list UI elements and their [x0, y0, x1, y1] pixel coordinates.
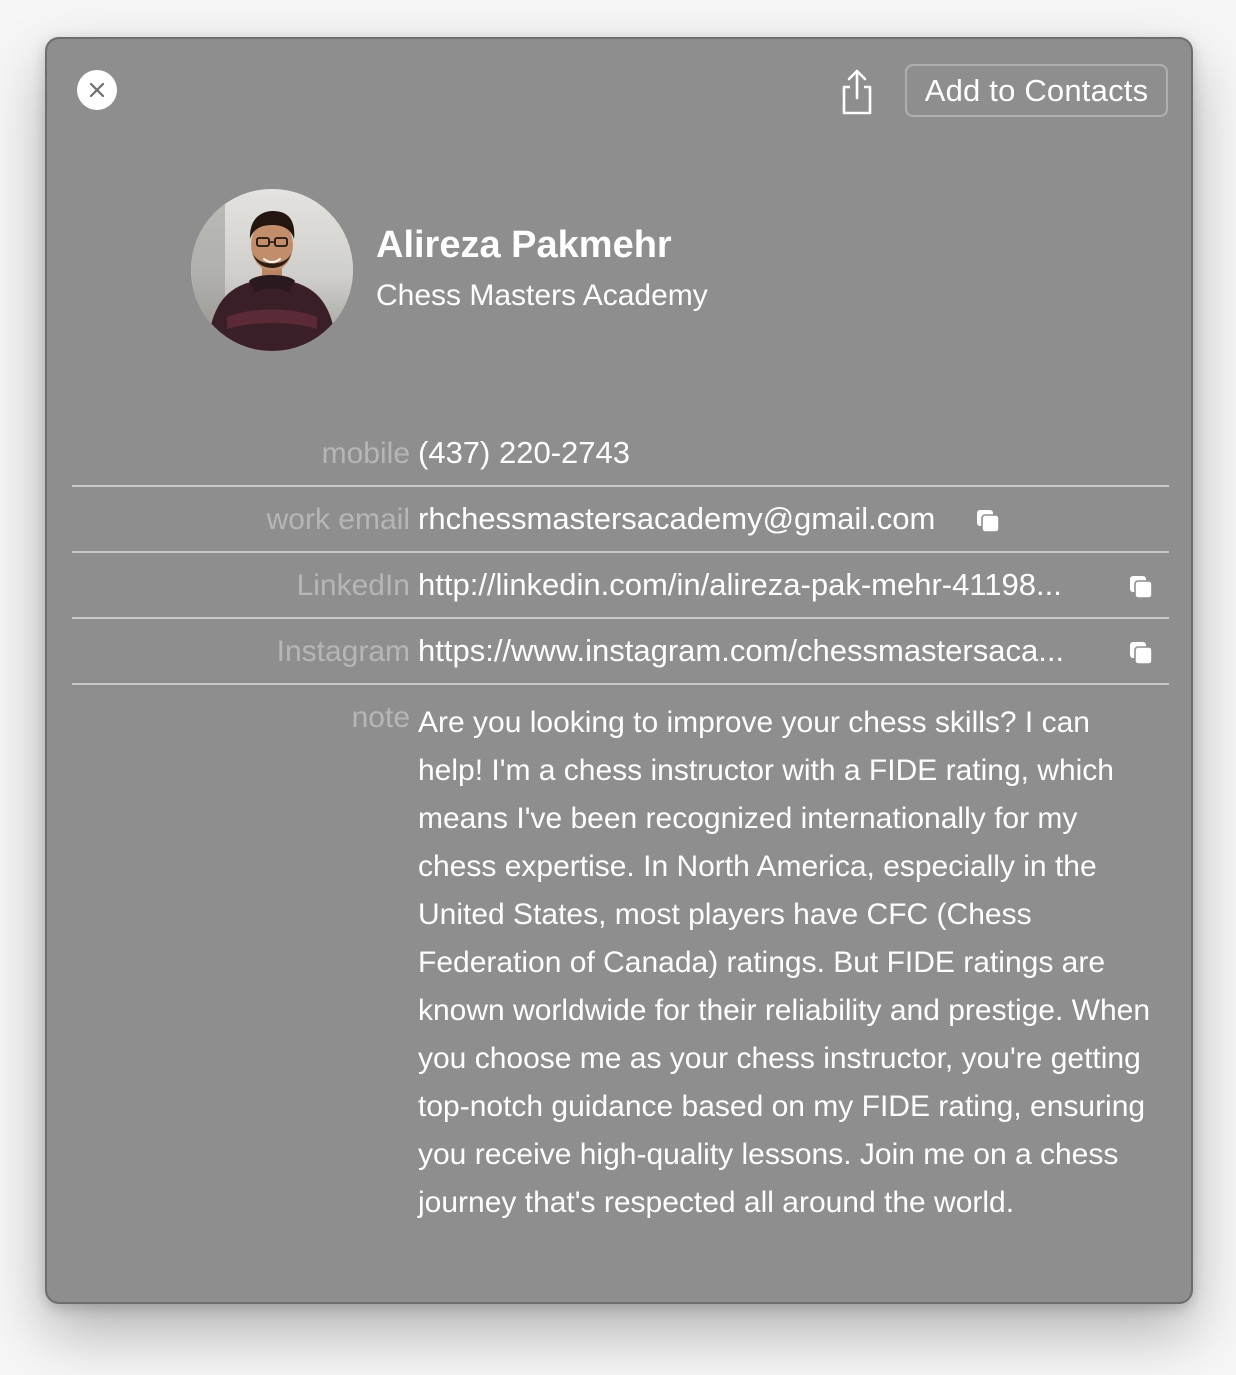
- work-email-value[interactable]: rhchessmastersacademy@gmail.com: [418, 501, 935, 537]
- copy-icon[interactable]: [1128, 640, 1154, 666]
- contact-company: Chess Masters Academy: [376, 279, 708, 312]
- work-email-label: work email: [266, 503, 410, 536]
- mobile-row: mobile (437) 220-2743: [72, 421, 1169, 487]
- note-label: note: [351, 701, 410, 734]
- close-button[interactable]: [77, 70, 117, 110]
- instagram-label: Instagram: [276, 635, 410, 668]
- share-button[interactable]: [837, 68, 877, 116]
- mobile-value[interactable]: (437) 220-2743: [418, 435, 630, 471]
- close-icon: [89, 82, 105, 98]
- copy-icon[interactable]: [1128, 574, 1154, 600]
- work-email-row: work email rhchessmastersacademy@gmail.c…: [72, 487, 1169, 553]
- share-icon: [842, 69, 872, 115]
- linkedin-value[interactable]: http://linkedin.com/in/alireza-pak-mehr-…: [418, 567, 1062, 603]
- contact-card-window: Add to Contacts Alireza Pakmehr Chess Ma…: [45, 37, 1193, 1304]
- avatar: [191, 189, 353, 351]
- mobile-label: mobile: [321, 437, 410, 470]
- add-to-contacts-button[interactable]: Add to Contacts: [905, 64, 1168, 117]
- note-value: Are you looking to improve your chess sk…: [418, 706, 1151, 1219]
- copy-icon[interactable]: [975, 508, 1001, 534]
- linkedin-label: LinkedIn: [296, 569, 410, 602]
- linkedin-row: LinkedIn http://linkedin.com/in/alireza-…: [72, 553, 1169, 619]
- note-row: note Are you looking to improve your che…: [72, 685, 1169, 1285]
- instagram-value[interactable]: https://www.instagram.com/chessmastersac…: [418, 633, 1064, 669]
- instagram-row: Instagram https://www.instagram.com/ches…: [72, 619, 1169, 685]
- contact-name: Alireza Pakmehr: [376, 224, 672, 266]
